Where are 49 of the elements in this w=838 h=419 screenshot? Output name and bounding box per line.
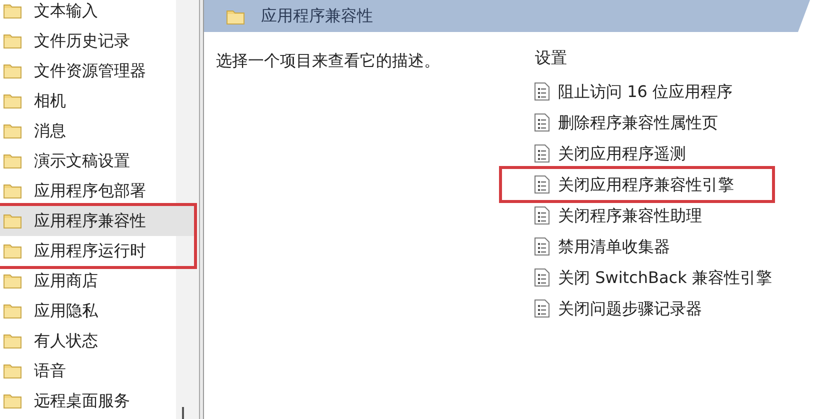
- tree-item[interactable]: 相机: [0, 86, 176, 116]
- tree-item[interactable]: 文件资源管理器: [0, 56, 176, 86]
- settings-heading: 设置: [535, 47, 568, 69]
- setting-icon: [534, 175, 550, 194]
- folder-icon: [3, 153, 22, 169]
- setting-icon: [534, 237, 550, 256]
- setting-icon: [534, 206, 550, 225]
- folder-icon: [3, 333, 22, 349]
- folder-icon: [3, 183, 22, 199]
- setting-icon: [534, 113, 550, 132]
- tree-item[interactable]: 文件历史记录: [0, 26, 176, 56]
- folder-icon: [3, 93, 22, 109]
- tree-item[interactable]: 有人状态: [0, 326, 176, 356]
- tree-item[interactable]: 应用隐私: [0, 296, 176, 326]
- setting-icon: [534, 144, 550, 163]
- folder-icon: [3, 303, 22, 319]
- folder-icon: [3, 123, 22, 139]
- setting-item[interactable]: 关闭 SwitchBack 兼容性引擎: [534, 262, 775, 293]
- folder-icon: [3, 243, 22, 259]
- folder-icon: [226, 8, 245, 25]
- setting-item[interactable]: 删除程序兼容性属性页: [534, 107, 775, 138]
- folder-icon: [3, 213, 22, 229]
- folder-icon: [3, 63, 22, 79]
- tree-item[interactable]: 远程桌面服务: [0, 386, 176, 416]
- tree-item[interactable]: 演示文稿设置: [0, 146, 176, 176]
- folder-icon: [3, 33, 22, 49]
- folder-icon: [3, 273, 22, 289]
- scrollbar-mark: [182, 407, 184, 419]
- folder-icon: [3, 363, 22, 379]
- tree-item[interactable]: 应用程序运行时: [0, 236, 194, 266]
- setting-item[interactable]: 关闭问题步骤记录器: [534, 293, 775, 324]
- tree-item[interactable]: 应用程序包部署: [0, 176, 176, 206]
- setting-icon: [534, 82, 550, 101]
- tree-item[interactable]: 消息: [0, 116, 176, 146]
- tree-item[interactable]: 应用商店: [0, 266, 176, 296]
- setting-item[interactable]: 关闭程序兼容性助理: [534, 200, 775, 231]
- setting-icon: [534, 299, 550, 318]
- pane-title: 应用程序兼容性: [261, 5, 373, 27]
- setting-item[interactable]: 关闭应用程序遥测: [534, 138, 775, 169]
- setting-item[interactable]: 关闭应用程序兼容性引擎: [534, 169, 772, 200]
- setting-icon: [534, 268, 550, 287]
- setting-item[interactable]: 禁用清单收集器: [534, 231, 775, 262]
- tree-item[interactable]: 应用程序兼容性: [0, 206, 194, 236]
- description-text: 选择一个项目来查看它的描述。: [216, 51, 440, 70]
- folder-icon: [3, 393, 22, 409]
- folder-icon: [3, 3, 22, 19]
- tree-item[interactable]: 文本输入: [0, 0, 176, 26]
- setting-item[interactable]: 阻止访问 16 位应用程序: [534, 76, 775, 107]
- tree-item[interactable]: 语音: [0, 356, 176, 386]
